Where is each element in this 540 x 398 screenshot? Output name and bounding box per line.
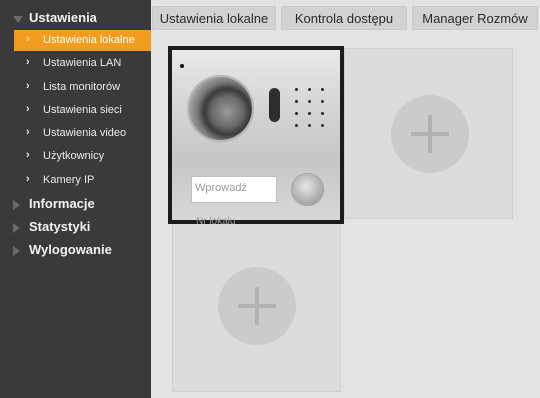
section-ustawienia[interactable]: Ustawienia <box>0 7 151 29</box>
add-device-tile[interactable] <box>172 221 341 392</box>
add-icon <box>391 95 469 173</box>
chevron-right-icon: › <box>26 173 30 185</box>
chevron-right-icon: › <box>26 149 30 161</box>
speaker-grille-icon <box>295 88 327 132</box>
sidebar-item-label: Ustawienia sieci <box>43 104 122 116</box>
sidebar-item-label: Ustawienia lokalne <box>43 34 135 46</box>
chevron-right-icon: › <box>26 103 30 115</box>
caret-down-icon <box>13 16 23 23</box>
sidebar: Ustawienia › Ustawienia lokalne › Ustawi… <box>0 0 151 398</box>
sidebar-item-label: Ustawienia video <box>43 127 127 139</box>
section-wylogowanie[interactable]: Wylogowanie <box>0 239 151 261</box>
add-device-tile[interactable] <box>344 48 513 219</box>
sidebar-item-ustawienia-video[interactable]: › Ustawienia video <box>14 123 151 144</box>
sidebar-item-ustawienia-lan[interactable]: › Ustawienia LAN <box>14 53 151 74</box>
sidebar-item-label: Lista monitorów <box>43 81 121 93</box>
tab-kontrola-dostepu[interactable]: Kontrola dostępu <box>281 6 407 30</box>
sidebar-item-lista-monitorow[interactable]: › Lista monitorów <box>14 77 151 98</box>
status-led-icon <box>269 88 280 122</box>
sidebar-item-kamery-ip[interactable]: › Kamery IP <box>14 170 151 191</box>
sidebar-item-ustawienia-sieci[interactable]: › Ustawienia sieci <box>14 100 151 121</box>
tab-ustawienia-lokalne[interactable]: Ustawienia lokalne <box>152 6 276 30</box>
caret-right-icon <box>13 246 20 256</box>
add-icon <box>218 267 296 345</box>
indicator-dot <box>180 64 184 68</box>
sidebar-item-ustawienia-lokalne[interactable]: › Ustawienia lokalne <box>14 30 151 51</box>
section-label: Ustawienia <box>29 10 97 25</box>
sidebar-item-uzytkownicy[interactable]: › Użytkownicy <box>14 146 151 167</box>
room-number-caption: Nr lokalu <box>196 216 236 227</box>
camera-lens-icon <box>187 75 254 142</box>
section-label: Wylogowanie <box>29 242 112 257</box>
tab-manager-rozmow[interactable]: Manager Rozmów <box>412 6 538 30</box>
chevron-right-icon: › <box>26 33 30 45</box>
caret-right-icon <box>13 200 20 210</box>
section-label: Statystyki <box>29 219 91 234</box>
section-label: Informacje <box>29 196 95 211</box>
chevron-right-icon: › <box>26 126 30 138</box>
section-statystyki[interactable]: Statystyki <box>0 216 151 238</box>
sidebar-item-label: Użytkownicy <box>43 150 105 162</box>
door-station-tile[interactable]: Wprowadź <box>168 46 344 224</box>
chevron-right-icon: › <box>26 80 30 92</box>
sidebar-item-label: Ustawienia LAN <box>43 57 122 69</box>
chevron-right-icon: › <box>26 56 30 68</box>
section-informacje[interactable]: Informacje <box>0 193 151 215</box>
call-button-icon[interactable] <box>292 174 323 205</box>
caret-right-icon <box>13 223 20 233</box>
sidebar-item-label: Kamery IP <box>43 174 95 186</box>
room-number-input[interactable]: Wprowadź <box>191 176 277 203</box>
